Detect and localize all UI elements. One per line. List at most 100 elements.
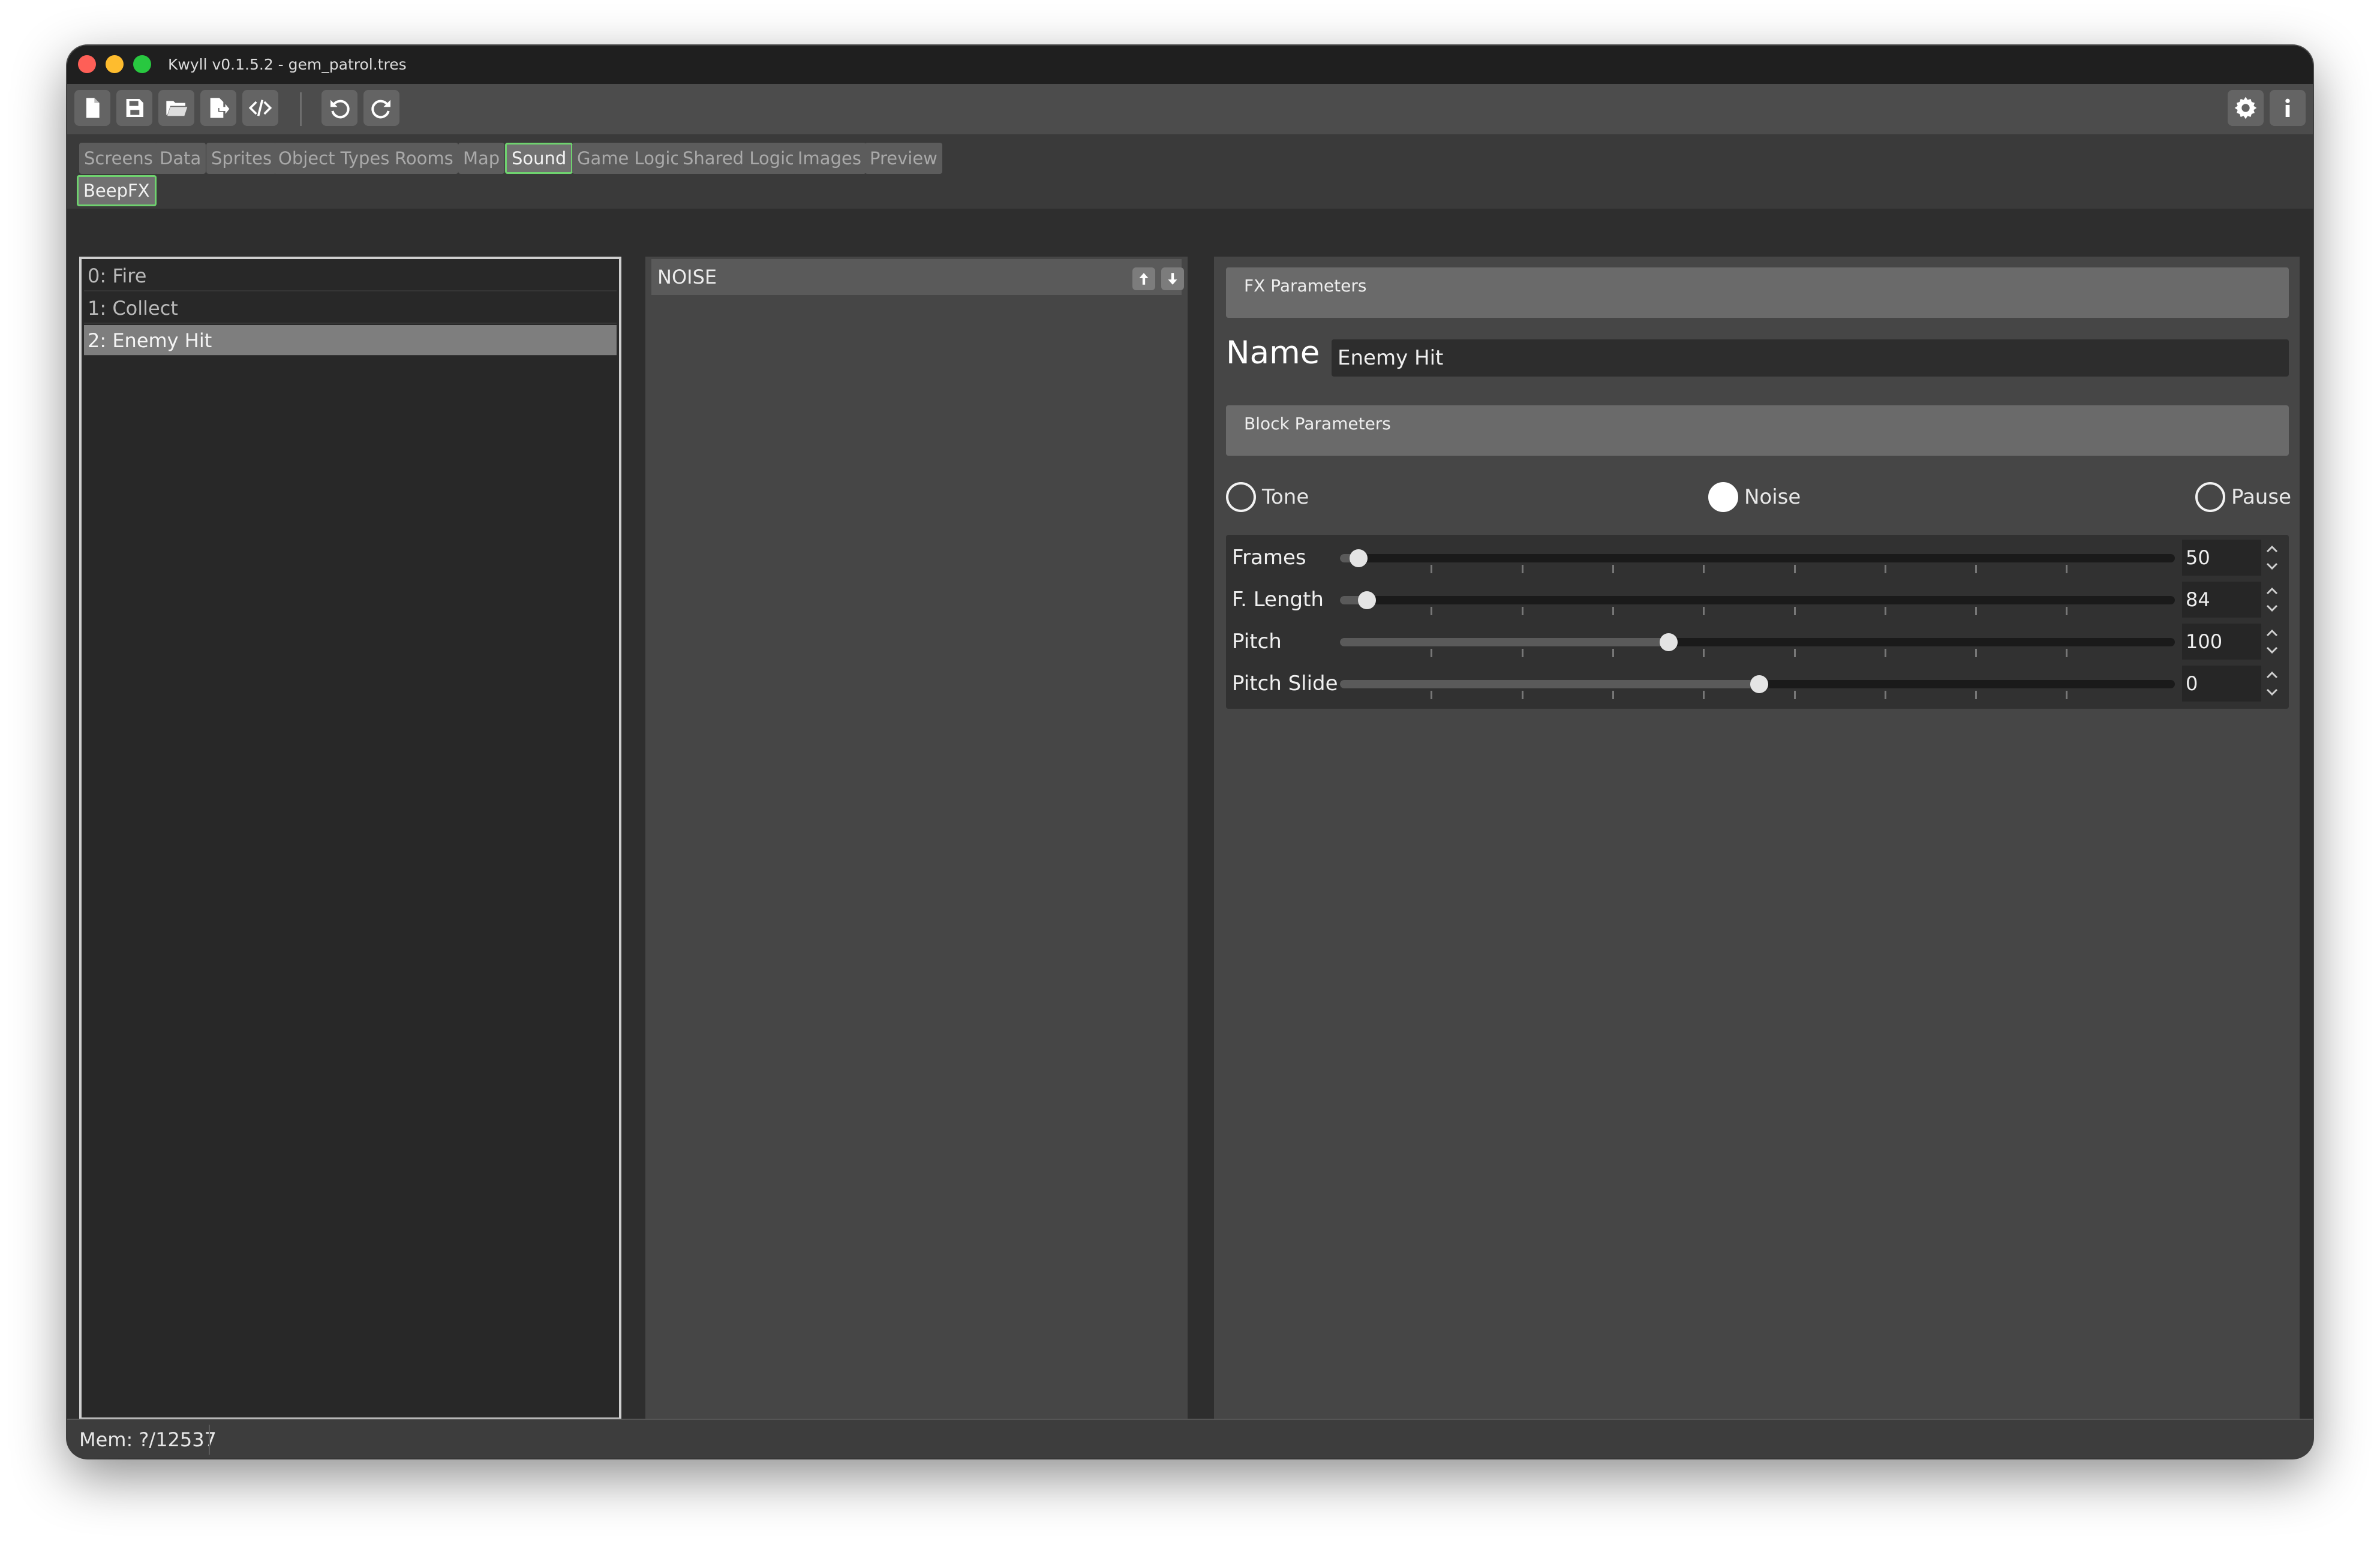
slider-tick xyxy=(2066,649,2068,657)
slider-row-pitch: Pitch 100 xyxy=(1226,621,2289,663)
radio-tone[interactable]: Tone xyxy=(1226,482,1309,512)
spin-arrows-icon[interactable] xyxy=(2265,584,2279,615)
slider-tick xyxy=(1884,565,1886,573)
slider-tick xyxy=(1793,607,1796,615)
tab-screens[interactable]: Screens xyxy=(79,143,158,174)
tab-object-types[interactable]: Object Types xyxy=(274,143,395,174)
name-input[interactable]: Enemy Hit xyxy=(1332,339,2289,377)
slider-track[interactable] xyxy=(1340,549,2175,573)
slider-tick xyxy=(1612,649,1614,657)
tab-shared-logic[interactable]: Shared Logic xyxy=(678,143,800,174)
subtab-beepfx[interactable]: BeepFX xyxy=(77,175,157,206)
move-block-up-button[interactable] xyxy=(1132,267,1155,290)
maximize-window-button[interactable] xyxy=(133,55,151,73)
redo-icon xyxy=(371,100,390,119)
slider-tick xyxy=(1793,565,1796,573)
tab-game-logic[interactable]: Game Logic xyxy=(572,143,685,174)
slider-tick xyxy=(1431,565,1433,573)
slider-tick xyxy=(1431,607,1433,615)
list-item[interactable]: 0: Fire xyxy=(84,260,617,291)
new-file-icon xyxy=(86,98,100,118)
undo-button[interactable] xyxy=(321,90,357,126)
list-item[interactable]: 1: Collect xyxy=(84,293,617,324)
info-button[interactable] xyxy=(2270,90,2306,126)
spinbox-value[interactable]: 100 xyxy=(2182,624,2261,660)
tab-images[interactable]: Images xyxy=(793,143,866,174)
slider-group: Frames 50 F. Length 84 Pitch 100 Pitch S… xyxy=(1226,535,2289,709)
slider-tick xyxy=(1612,607,1614,615)
open-folder-button[interactable] xyxy=(158,90,194,126)
status-separator xyxy=(209,1425,210,1455)
code-button[interactable] xyxy=(242,90,278,126)
tab-rooms[interactable]: Rooms xyxy=(390,143,458,174)
save-button[interactable] xyxy=(116,90,152,126)
list-item-selected[interactable]: 2: Enemy Hit xyxy=(84,325,617,356)
export-button[interactable] xyxy=(200,90,236,126)
slider-knob[interactable] xyxy=(1750,675,1768,693)
slider-track[interactable] xyxy=(1340,633,2175,657)
slider-knob[interactable] xyxy=(1349,549,1368,567)
spinbox-value[interactable]: 0 xyxy=(2182,666,2261,702)
fx-list-panel: 0: Fire 1: Collect 2: Enemy Hit xyxy=(79,257,621,1420)
slider-tick xyxy=(1884,691,1886,699)
minimize-window-button[interactable] xyxy=(106,55,124,73)
fx-parameters-section: FX Parameters xyxy=(1226,267,2289,318)
slider-tick xyxy=(2066,607,2068,615)
close-window-button[interactable] xyxy=(78,55,96,73)
slider-label: F. Length xyxy=(1232,588,1324,612)
slider-knob[interactable] xyxy=(1357,591,1376,609)
tab-preview[interactable]: Preview xyxy=(865,143,942,174)
move-block-down-button[interactable] xyxy=(1161,267,1184,290)
slider-fill xyxy=(1340,638,1669,646)
slider-tick xyxy=(1521,649,1523,657)
toolbar-separator xyxy=(300,92,302,126)
radio-label: Noise xyxy=(1744,485,1801,509)
spinbox-value[interactable]: 84 xyxy=(2182,582,2261,618)
tab-map[interactable]: Map xyxy=(458,143,505,174)
slider-tick xyxy=(1431,649,1433,657)
tab-sprites[interactable]: Sprites xyxy=(206,143,277,174)
slider-tick xyxy=(1703,691,1705,699)
info-icon xyxy=(2285,98,2290,117)
spin-arrows-icon[interactable] xyxy=(2265,626,2279,657)
slider-tick xyxy=(1975,649,1978,657)
slider-label: Frames xyxy=(1232,546,1306,570)
slider-tick xyxy=(1612,691,1614,699)
gear-icon xyxy=(2234,97,2257,119)
slider-label: Pitch xyxy=(1232,630,1282,654)
parameters-panel: FX Parameters Name Enemy Hit Block Param… xyxy=(1214,257,2300,1447)
slider-track[interactable] xyxy=(1340,591,2175,615)
radio-circle xyxy=(1226,482,1256,512)
slider-row-frames: Frames 50 xyxy=(1226,537,2289,579)
spin-arrows-icon[interactable] xyxy=(2265,542,2279,573)
slider-track[interactable] xyxy=(1340,675,2175,699)
arrow-up-icon xyxy=(1139,273,1149,285)
redo-button[interactable] xyxy=(363,90,399,126)
window-title: Kwyll v0.1.5.2 - gem_patrol.tres xyxy=(168,56,407,73)
slider-tick xyxy=(1612,565,1614,573)
slider-tick xyxy=(1521,607,1523,615)
open-folder-icon xyxy=(166,101,188,116)
spinbox-value[interactable]: 50 xyxy=(2182,540,2261,576)
main-area: 0: Fire 1: Collect 2: Enemy Hit NOISE FX… xyxy=(67,209,2313,1447)
slider-tick xyxy=(1975,607,1978,615)
new-file-button[interactable] xyxy=(74,90,110,126)
export-icon xyxy=(210,98,230,118)
tab-sound[interactable]: Sound xyxy=(505,143,573,174)
slider-tick xyxy=(1793,691,1796,699)
radio-circle-checked xyxy=(1708,482,1738,512)
app-window: Kwyll v0.1.5.2 - gem_patrol.tres Screens… xyxy=(67,46,2313,1458)
tab-data[interactable]: Data xyxy=(155,143,206,174)
slider-knob[interactable] xyxy=(1660,633,1678,651)
slider-tick xyxy=(1975,691,1978,699)
slider-tick xyxy=(1521,565,1523,573)
slider-tick xyxy=(1884,607,1886,615)
radio-noise[interactable]: Noise xyxy=(1708,482,1801,512)
spin-arrows-icon[interactable] xyxy=(2265,668,2279,699)
radio-pause[interactable]: Pause xyxy=(2195,482,2291,512)
settings-button[interactable] xyxy=(2228,90,2264,126)
memory-status: Mem: ?/12537 xyxy=(79,1428,217,1451)
radio-circle xyxy=(2195,482,2225,512)
block-item[interactable]: NOISE xyxy=(651,259,1182,295)
slider-tick xyxy=(2066,691,2068,699)
